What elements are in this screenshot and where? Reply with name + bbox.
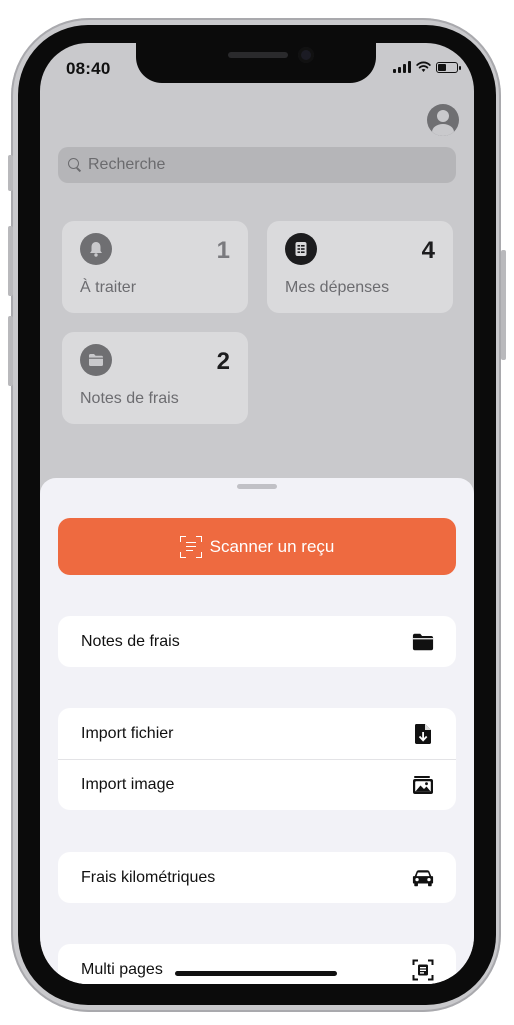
status-icons xyxy=(393,61,461,73)
receipt-icon xyxy=(285,233,317,265)
tile-label: Notes de frais xyxy=(80,390,179,407)
tile-count: 1 xyxy=(216,237,230,264)
battery-icon xyxy=(436,61,461,73)
bell-icon xyxy=(80,233,112,265)
scan-text-icon xyxy=(179,535,202,558)
search-placeholder: Recherche xyxy=(88,156,166,173)
notch xyxy=(136,43,376,83)
action-sheet: Scanner un reçu Notes de frais Import fi… xyxy=(40,478,474,984)
profile-avatar-icon[interactable] xyxy=(427,104,459,136)
tile-label: À traiter xyxy=(80,279,137,296)
tile-count: 4 xyxy=(421,237,435,264)
sheet-grabber[interactable] xyxy=(237,484,277,489)
scan-document-icon xyxy=(412,959,434,981)
menu-group-multipages: Multi pages xyxy=(58,944,456,984)
side-button-power xyxy=(501,250,506,360)
search-icon xyxy=(68,158,82,172)
menu-item-import-image[interactable]: Import image xyxy=(58,759,456,810)
menu-item-import-fichier[interactable]: Import fichier xyxy=(58,708,456,759)
image-stack-icon xyxy=(412,774,434,796)
status-time: 08:40 xyxy=(66,59,111,78)
speaker xyxy=(228,52,288,58)
cellular-signal-icon xyxy=(393,61,411,73)
home-indicator[interactable] xyxy=(175,971,337,976)
tile-label: Mes dépenses xyxy=(285,279,390,296)
tile-count: 2 xyxy=(216,348,230,375)
tile-notes-de-frais[interactable]: 2 Notes de frais xyxy=(62,332,248,424)
folder-icon xyxy=(80,344,112,376)
menu-item-frais-kilometriques[interactable]: Frais kilométriques xyxy=(58,852,456,903)
menu-item-multi-pages[interactable]: Multi pages xyxy=(58,944,456,984)
menu-item-label: Frais kilométriques xyxy=(81,868,216,886)
menu-item-label: Import image xyxy=(81,775,175,793)
side-button-mute xyxy=(8,155,13,191)
wifi-icon xyxy=(416,61,431,72)
side-button-volume-up xyxy=(8,226,13,296)
menu-group-import: Import fichier Import image xyxy=(58,708,456,810)
menu-item-label: Multi pages xyxy=(81,960,163,978)
folder-icon xyxy=(412,631,434,653)
tile-mes-depenses[interactable]: 4 Mes dépenses xyxy=(267,221,453,313)
scan-receipt-label: Scanner un reçu xyxy=(209,536,335,556)
menu-item-notes-de-frais[interactable]: Notes de frais xyxy=(58,616,456,667)
side-button-volume-down xyxy=(8,316,13,386)
car-icon xyxy=(412,867,434,889)
menu-group-km: Frais kilométriques xyxy=(58,852,456,903)
screen: 08:40 Recherche 1 À traiter 4 Mes dépens… xyxy=(40,43,474,984)
menu-group-notes: Notes de frais xyxy=(58,616,456,667)
search-input[interactable]: Recherche xyxy=(58,147,456,183)
scan-receipt-button[interactable]: Scanner un reçu xyxy=(58,518,456,575)
menu-item-label: Import fichier xyxy=(81,724,174,742)
tile-a-traiter[interactable]: 1 À traiter xyxy=(62,221,248,313)
file-download-icon xyxy=(412,723,434,745)
menu-item-label: Notes de frais xyxy=(81,632,180,650)
front-camera xyxy=(298,47,314,63)
